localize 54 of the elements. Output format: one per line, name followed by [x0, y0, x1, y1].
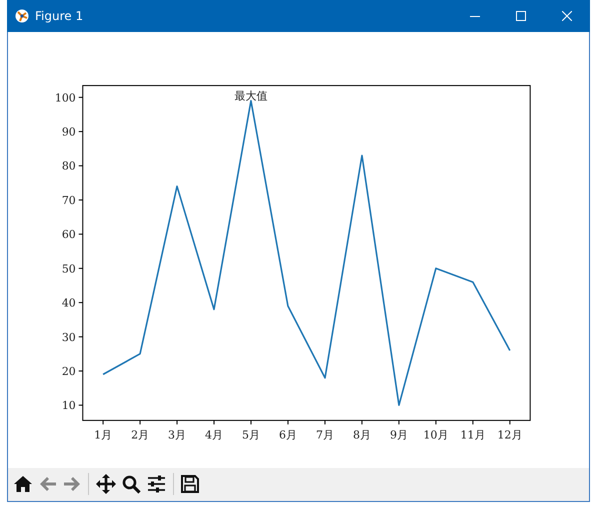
- y-tick-label: 40: [62, 296, 76, 310]
- tick-mark: [509, 419, 510, 424]
- y-tick-label: 60: [62, 228, 76, 241]
- x-tick-label: 11月: [460, 428, 486, 441]
- tick-mark: [214, 419, 215, 424]
- tick-mark: [287, 419, 288, 424]
- x-tick-label: 9月: [390, 428, 408, 441]
- y-tick-label: 20: [62, 364, 76, 378]
- x-tick-label: 3月: [168, 428, 186, 441]
- tick-mark: [361, 419, 362, 424]
- tick-mark: [78, 96, 84, 98]
- y-tick-label: 70: [62, 193, 76, 206]
- x-tick-label: 5月: [242, 428, 260, 441]
- x-tick-label: 7月: [316, 428, 334, 441]
- tick-mark: [78, 370, 84, 371]
- x-tick-label: 1月: [94, 428, 112, 441]
- sliders-icon[interactable]: [147, 475, 166, 494]
- annotation-label: 最大值: [234, 88, 268, 102]
- window-title: Figure 1: [35, 8, 84, 23]
- tick-mark: [78, 404, 84, 406]
- search-icon[interactable]: [122, 474, 141, 494]
- y-tick-label: 10: [62, 398, 76, 412]
- tick-mark: [78, 336, 84, 337]
- tick-mark: [78, 233, 84, 234]
- y-tick-label: 90: [62, 125, 76, 138]
- x-tick-label: 8月: [352, 428, 371, 441]
- x-tick-label: 12月: [497, 428, 522, 441]
- tick-mark: [472, 419, 474, 424]
- y-tick-label: 50: [62, 262, 76, 275]
- home-icon[interactable]: [13, 475, 33, 494]
- x-tick-label: 2月: [131, 428, 150, 441]
- tick-mark: [78, 302, 84, 303]
- tick-mark: [78, 267, 84, 268]
- tick-mark: [176, 419, 178, 424]
- tick-mark: [435, 419, 436, 424]
- x-tick-label: 10月: [423, 428, 448, 441]
- tick-mark: [78, 164, 84, 166]
- close-icon[interactable]: [562, 10, 572, 21]
- x-tick-label: 6月: [279, 428, 297, 441]
- y-tick-label: 30: [62, 330, 76, 344]
- tick-mark: [140, 419, 141, 424]
- tick-mark: [78, 199, 84, 200]
- tick-mark: [78, 130, 84, 132]
- app-icon: [15, 8, 29, 23]
- tick-mark: [250, 419, 252, 424]
- maximize-icon[interactable]: [516, 10, 526, 21]
- y-tick-label: 80: [62, 159, 76, 172]
- save-icon[interactable]: [181, 475, 199, 494]
- move-icon[interactable]: [96, 474, 116, 494]
- tick-mark: [102, 419, 104, 424]
- x-tick-label: 4月: [205, 428, 223, 441]
- y-tick-label: 100: [54, 90, 76, 104]
- tick-mark: [324, 419, 326, 424]
- tick-mark: [398, 419, 400, 424]
